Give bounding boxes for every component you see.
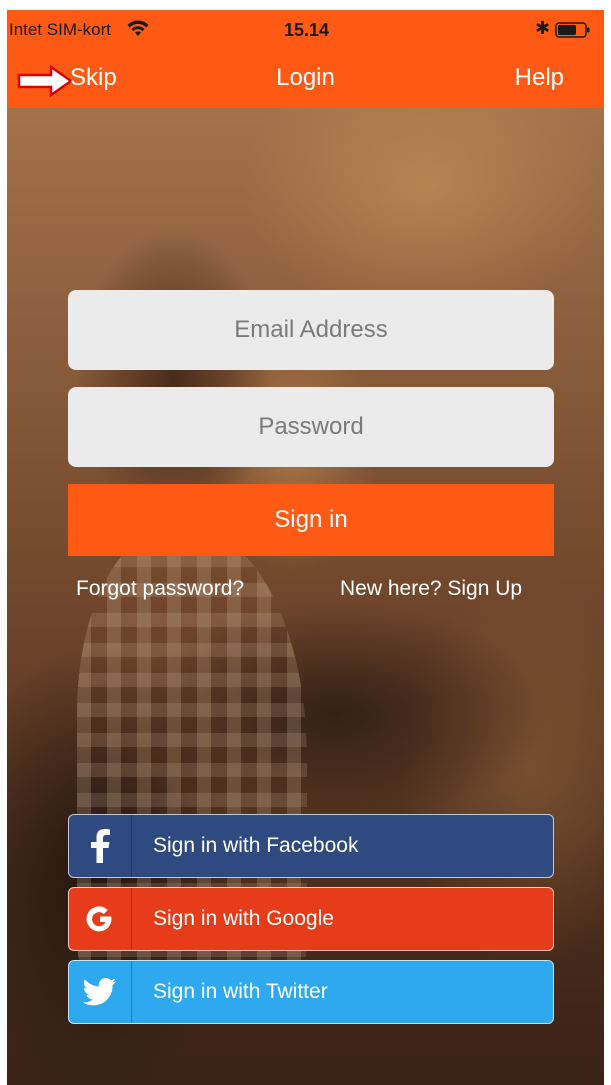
- facebook-sign-in-label: Sign in with Facebook: [153, 834, 359, 857]
- login-screen: Intet SIM-kort 15.14 ✱ Skip Login Help S…: [7, 10, 604, 1085]
- email-field[interactable]: [68, 290, 554, 370]
- navigation-bar: Skip Login Help: [7, 50, 604, 108]
- bluetooth-icon: ✱: [535, 18, 551, 38]
- help-button[interactable]: Help: [515, 64, 564, 92]
- status-bar: Intet SIM-kort 15.14 ✱: [7, 10, 604, 50]
- password-field[interactable]: [68, 387, 554, 467]
- wifi-icon: [127, 20, 149, 36]
- google-icon: [69, 888, 132, 950]
- twitter-icon: [69, 961, 132, 1023]
- twitter-sign-in-button[interactable]: Sign in with Twitter: [68, 960, 554, 1024]
- forgot-password-link[interactable]: Forgot password?: [76, 577, 244, 601]
- facebook-icon: [69, 815, 132, 877]
- battery-icon: [555, 22, 590, 38]
- google-sign-in-button[interactable]: Sign in with Google: [68, 887, 554, 951]
- clock: 15.14: [284, 20, 330, 40]
- google-sign-in-label: Sign in with Google: [153, 907, 334, 930]
- facebook-sign-in-button[interactable]: Sign in with Facebook: [68, 814, 554, 878]
- carrier-label: Intet SIM-kort: [9, 20, 112, 39]
- sign-in-button[interactable]: Sign in: [68, 484, 554, 556]
- twitter-sign-in-label: Sign in with Twitter: [153, 980, 328, 1003]
- sign-up-link[interactable]: New here? Sign Up: [340, 577, 522, 601]
